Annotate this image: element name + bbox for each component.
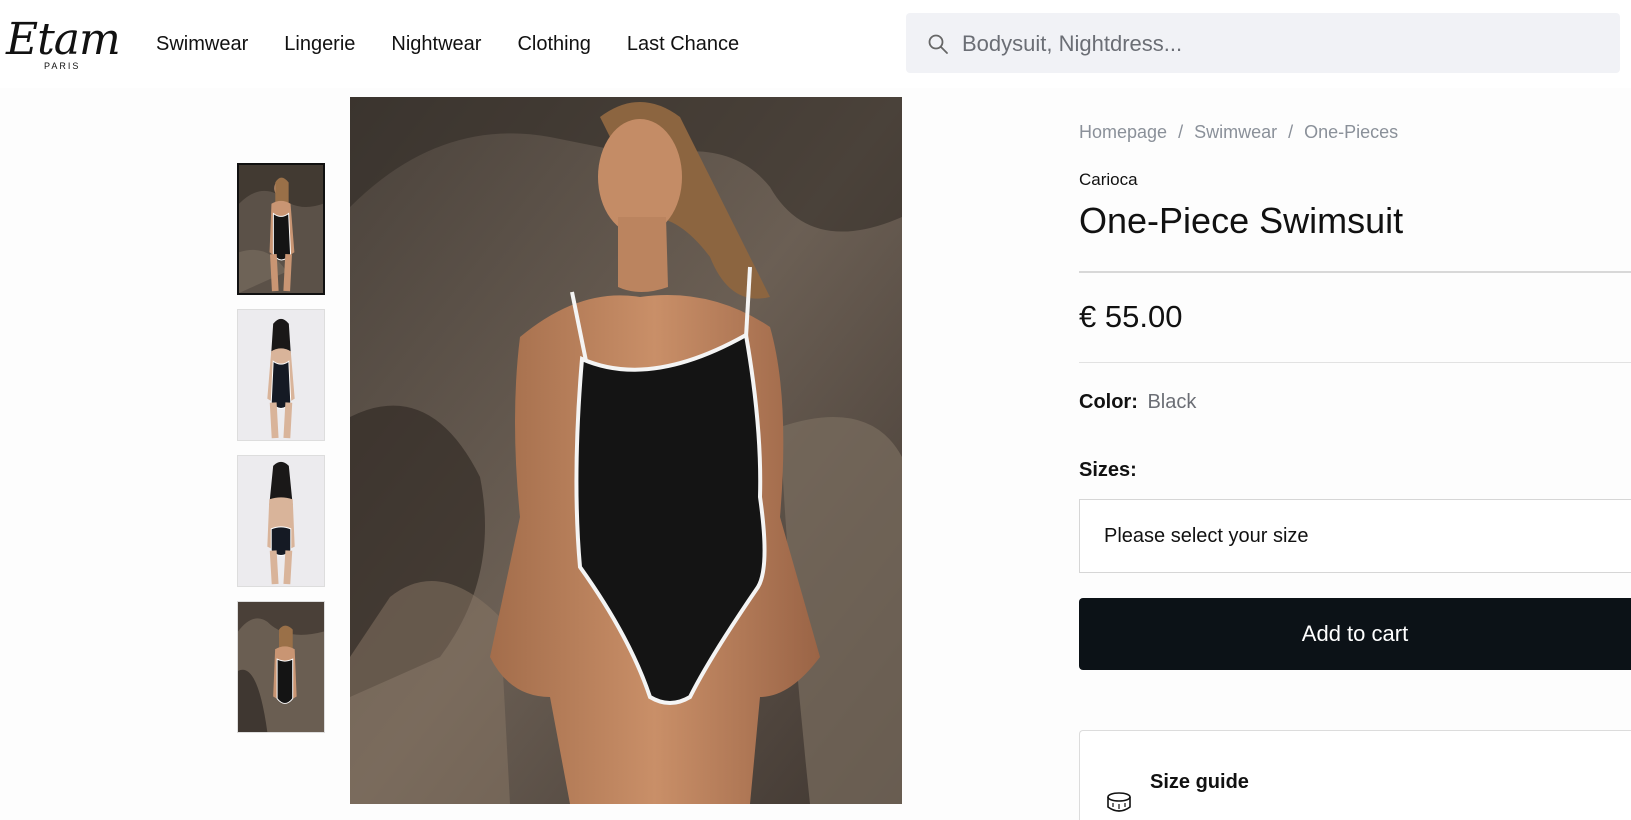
search-bar[interactable] <box>906 13 1620 75</box>
nav-nightwear[interactable]: Nightwear <box>391 30 481 58</box>
color-row: Color: Black <box>1079 391 1196 414</box>
color-label: Color: <box>1079 391 1138 413</box>
size-guide-label: Size guide <box>1150 771 1249 793</box>
thumbnail-2[interactable] <box>237 309 325 441</box>
main-product-image[interactable] <box>350 97 902 804</box>
size-select[interactable]: Please select your size <box>1079 499 1631 573</box>
nav-clothing[interactable]: Clothing <box>517 30 590 58</box>
nav-last-chance[interactable]: Last Chance <box>627 30 739 58</box>
logo-subtitle: PARIS <box>44 61 81 71</box>
thumbnail-image-studio-back <box>238 456 324 586</box>
breadcrumb: Homepage / Swimwear / One-Pieces <box>1079 122 1398 143</box>
product-photo-model-swimsuit <box>350 97 902 804</box>
nav-swimwear[interactable]: Swimwear <box>156 30 248 58</box>
color-value: Black <box>1147 391 1197 413</box>
product-brand: Carioca <box>1079 170 1138 189</box>
etam-logo[interactable]: Etam PARIS <box>6 14 124 74</box>
breadcrumb-swimwear[interactable]: Swimwear <box>1194 122 1277 143</box>
logo-wordmark: Etam <box>6 14 121 65</box>
thumbnail-4[interactable] <box>237 601 325 733</box>
sizes-label: Sizes: <box>1079 459 1137 481</box>
search-input[interactable] <box>960 13 1604 75</box>
breadcrumb-separator: / <box>1178 122 1184 142</box>
thumbnail-image-rocks <box>239 165 323 293</box>
breadcrumb-separator: / <box>1288 122 1294 142</box>
measuring-tape-icon <box>1107 792 1131 812</box>
nav-lingerie[interactable]: Lingerie <box>284 30 355 58</box>
site-header: Etam PARIS Swimwear Lingerie Nightwear C… <box>0 0 1631 88</box>
breadcrumb-homepage[interactable]: Homepage <box>1079 122 1167 143</box>
breadcrumb-one-pieces[interactable]: One-Pieces <box>1304 122 1398 143</box>
product-title: One-Piece Swimsuit <box>1079 200 1404 241</box>
divider <box>1079 271 1631 273</box>
thumbnail-image-rocks-wide <box>238 602 324 732</box>
divider <box>1079 362 1631 363</box>
thumbnail-3[interactable] <box>237 455 325 587</box>
thumbnail-image-studio-front <box>238 310 324 440</box>
product-price: € 55.00 <box>1079 299 1183 334</box>
size-guide-panel[interactable]: Size guide <box>1079 730 1631 820</box>
thumbnail-1[interactable] <box>237 163 325 295</box>
main-nav: Swimwear Lingerie Nightwear Clothing Las… <box>156 30 775 58</box>
search-icon[interactable] <box>926 32 950 56</box>
add-to-cart-button[interactable]: Add to cart <box>1079 598 1631 670</box>
size-select-placeholder: Please select your size <box>1104 524 1309 547</box>
